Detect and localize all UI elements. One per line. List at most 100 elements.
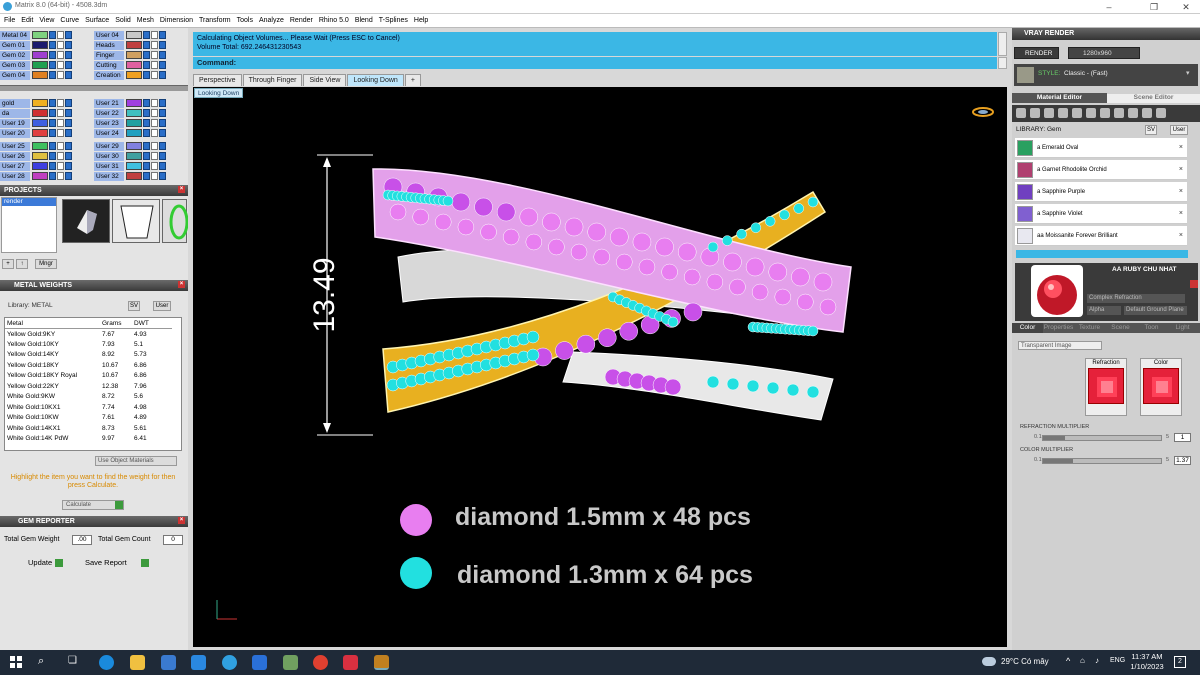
layer-name[interactable]: User 28 xyxy=(0,171,30,181)
layer-select-icon[interactable] xyxy=(65,109,72,117)
layer-color-swatch[interactable] xyxy=(32,152,48,160)
layer-lock-icon[interactable] xyxy=(143,162,150,170)
layer-row[interactable]: User 27 xyxy=(0,161,72,171)
layer-lock-icon[interactable] xyxy=(143,152,150,160)
table-row[interactable]: White Gold:10KW 7.61 4.89 xyxy=(5,413,172,424)
layer-color-swatch[interactable] xyxy=(32,41,48,49)
layer-row[interactable]: User 31 xyxy=(94,161,166,171)
layer-visibility-icon[interactable] xyxy=(57,31,64,39)
layer-row[interactable]: User 19 xyxy=(0,118,72,128)
grid-icon[interactable] xyxy=(1072,108,1082,118)
layer-select-icon[interactable] xyxy=(159,99,166,107)
layer-visibility-icon[interactable] xyxy=(151,61,158,69)
wave-icon[interactable] xyxy=(1058,108,1068,118)
layer-name[interactable]: gold xyxy=(0,98,30,108)
layer-visibility-icon[interactable] xyxy=(57,41,64,49)
layer-name[interactable]: User 31 xyxy=(94,161,124,171)
material-close-icon[interactable] xyxy=(1190,280,1198,288)
notification-icon[interactable]: 2 xyxy=(1174,656,1186,668)
layer-select-icon[interactable] xyxy=(159,162,166,170)
refraction-multiplier-slider[interactable] xyxy=(1042,435,1162,441)
paint-icon[interactable] xyxy=(1086,108,1096,118)
layer-name[interactable]: User 21 xyxy=(94,98,124,108)
view-cube-icon[interactable] xyxy=(972,107,994,117)
menu-blend[interactable]: Blend xyxy=(355,17,373,24)
table-row[interactable]: Yellow Gold:18KY Royal 10.67 6.86 xyxy=(5,371,172,382)
layer-row[interactable]: User 26 xyxy=(0,151,72,161)
minimize-button[interactable]: – xyxy=(1095,1,1123,13)
table-row[interactable]: White Gold:10KX1 7.74 4.98 xyxy=(5,402,172,413)
layer-visibility-icon[interactable] xyxy=(57,119,64,127)
update-button[interactable]: Update xyxy=(28,558,64,568)
layer-lock-icon[interactable] xyxy=(49,99,56,107)
color-color-swatch[interactable] xyxy=(1143,368,1179,404)
layer-lock-icon[interactable] xyxy=(49,172,56,180)
layer-lock-icon[interactable] xyxy=(143,142,150,150)
layer-name[interactable]: User 32 xyxy=(94,171,124,181)
layer-select-icon[interactable] xyxy=(65,119,72,127)
use-object-materials-dropdown[interactable]: Use Object Materials xyxy=(95,456,177,466)
layer-select-icon[interactable] xyxy=(65,51,72,59)
menu-surface[interactable]: Surface xyxy=(85,17,109,24)
layer-select-icon[interactable] xyxy=(65,162,72,170)
layer-color-swatch[interactable] xyxy=(32,129,48,137)
refraction-color-swatch[interactable] xyxy=(1088,368,1124,404)
layer-color-swatch[interactable] xyxy=(32,71,48,79)
menu-solid[interactable]: Solid xyxy=(115,17,131,24)
tab-scene-editor[interactable]: Scene Editor xyxy=(1107,93,1200,103)
sphere-icon[interactable] xyxy=(1044,108,1054,118)
project-thumb-3[interactable] xyxy=(162,199,189,243)
layer-lock-icon[interactable] xyxy=(49,51,56,59)
layer-row[interactable]: User 32 xyxy=(94,171,166,181)
add-project-button[interactable]: + xyxy=(2,259,14,269)
table-row[interactable]: Yellow Gold:14KY 8.92 5.73 xyxy=(5,350,172,361)
layer-select-icon[interactable] xyxy=(159,172,166,180)
layer-visibility-icon[interactable] xyxy=(57,172,64,180)
layer-lock-icon[interactable] xyxy=(49,119,56,127)
color-multiplier-value[interactable]: 1.37 xyxy=(1174,456,1191,465)
leaf-icon[interactable] xyxy=(1142,108,1152,118)
close-icon[interactable]: × xyxy=(178,281,185,288)
layer-lock-icon[interactable] xyxy=(49,31,56,39)
weather-icon[interactable] xyxy=(982,657,996,666)
layer-row[interactable]: User 22 xyxy=(94,108,166,118)
layer-select-icon[interactable] xyxy=(159,142,166,150)
layer-color-swatch[interactable] xyxy=(32,162,48,170)
layer-visibility-icon[interactable] xyxy=(151,31,158,39)
layer-visibility-icon[interactable] xyxy=(151,142,158,150)
layer-row[interactable]: User 24 xyxy=(94,128,166,138)
layer-color-swatch[interactable] xyxy=(126,152,142,160)
layer-lock-icon[interactable] xyxy=(49,162,56,170)
layer-visibility-icon[interactable] xyxy=(151,119,158,127)
render-button[interactable]: RENDER xyxy=(1014,47,1059,59)
viewport-looking-down[interactable]: 13.49 diamond 1.5mm x 48 pcs diamond 1.3… xyxy=(193,87,1007,647)
layer-select-icon[interactable] xyxy=(159,31,166,39)
layer-select-icon[interactable] xyxy=(65,172,72,180)
layer-row[interactable]: User 29 xyxy=(94,141,166,151)
layer-name[interactable]: User 25 xyxy=(0,141,30,151)
layer-name[interactable]: Gem 02 xyxy=(0,50,30,60)
layer-visibility-icon[interactable] xyxy=(57,129,64,137)
volume-icon[interactable]: ♪ xyxy=(1095,656,1099,665)
layer-name[interactable]: User 23 xyxy=(94,118,124,128)
layer-row[interactable]: User 20 xyxy=(0,128,72,138)
layer-lock-icon[interactable] xyxy=(49,109,56,117)
layer-color-swatch[interactable] xyxy=(32,172,48,180)
project-thumb-1[interactable] xyxy=(62,199,110,243)
layer-name[interactable]: Cutting xyxy=(94,60,124,70)
menu-file[interactable]: File xyxy=(4,17,15,24)
layer-name[interactable]: Creation xyxy=(94,70,124,80)
layer-splitter[interactable] xyxy=(0,85,188,91)
viewport-name-label[interactable]: Looking Down xyxy=(194,88,244,98)
layer-visibility-icon[interactable] xyxy=(57,61,64,69)
command-scrollbar[interactable] xyxy=(998,32,1007,56)
layer-row[interactable]: Heads xyxy=(94,40,166,50)
table-row[interactable]: Yellow Gold:9KY 7.67 4.93 xyxy=(5,329,172,340)
layer-lock-icon[interactable] xyxy=(143,71,150,79)
layer-color-swatch[interactable] xyxy=(126,51,142,59)
layer-visibility-icon[interactable] xyxy=(57,99,64,107)
layer-row[interactable]: User 23 xyxy=(94,118,166,128)
layer-name[interactable]: User 19 xyxy=(0,118,30,128)
edge-icon[interactable] xyxy=(99,655,114,670)
table-row[interactable]: White Gold:9KW 8.72 5.6 xyxy=(5,392,172,403)
